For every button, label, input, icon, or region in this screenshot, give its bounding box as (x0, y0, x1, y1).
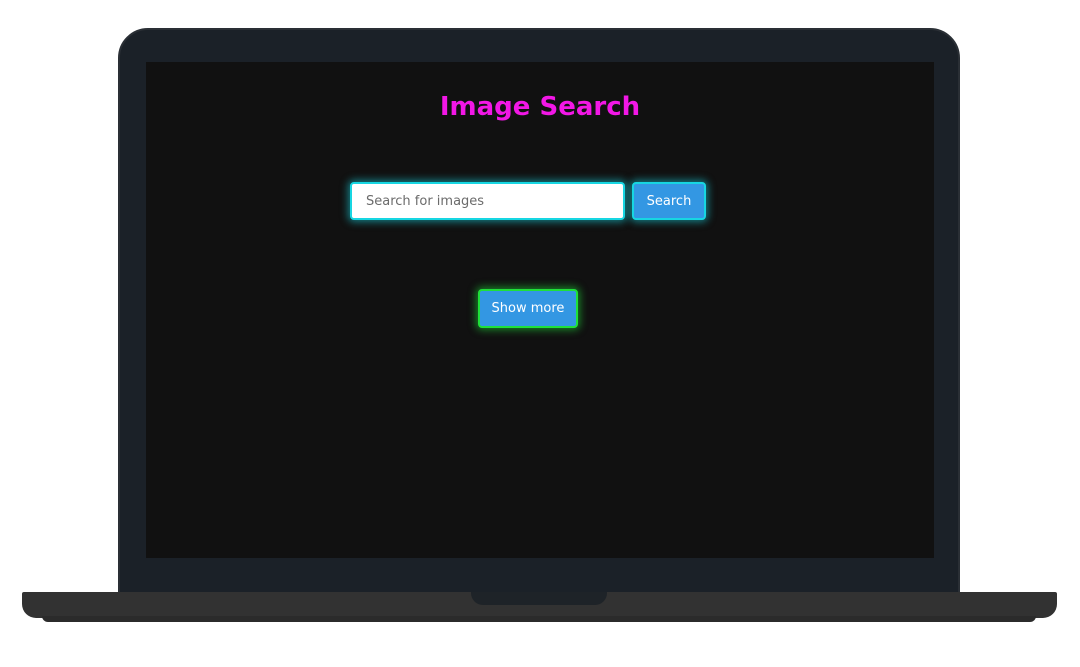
laptop-screen: Image Search Search Show more (146, 62, 934, 558)
laptop-mockup: Image Search Search Show more (0, 0, 1080, 667)
show-more-button[interactable]: Show more (478, 289, 578, 328)
search-button[interactable]: Search (632, 182, 706, 220)
laptop-base-foot (42, 616, 1036, 622)
search-input[interactable] (350, 182, 625, 220)
page-title: Image Search (439, 92, 641, 122)
laptop-hinge-notch (471, 592, 607, 605)
